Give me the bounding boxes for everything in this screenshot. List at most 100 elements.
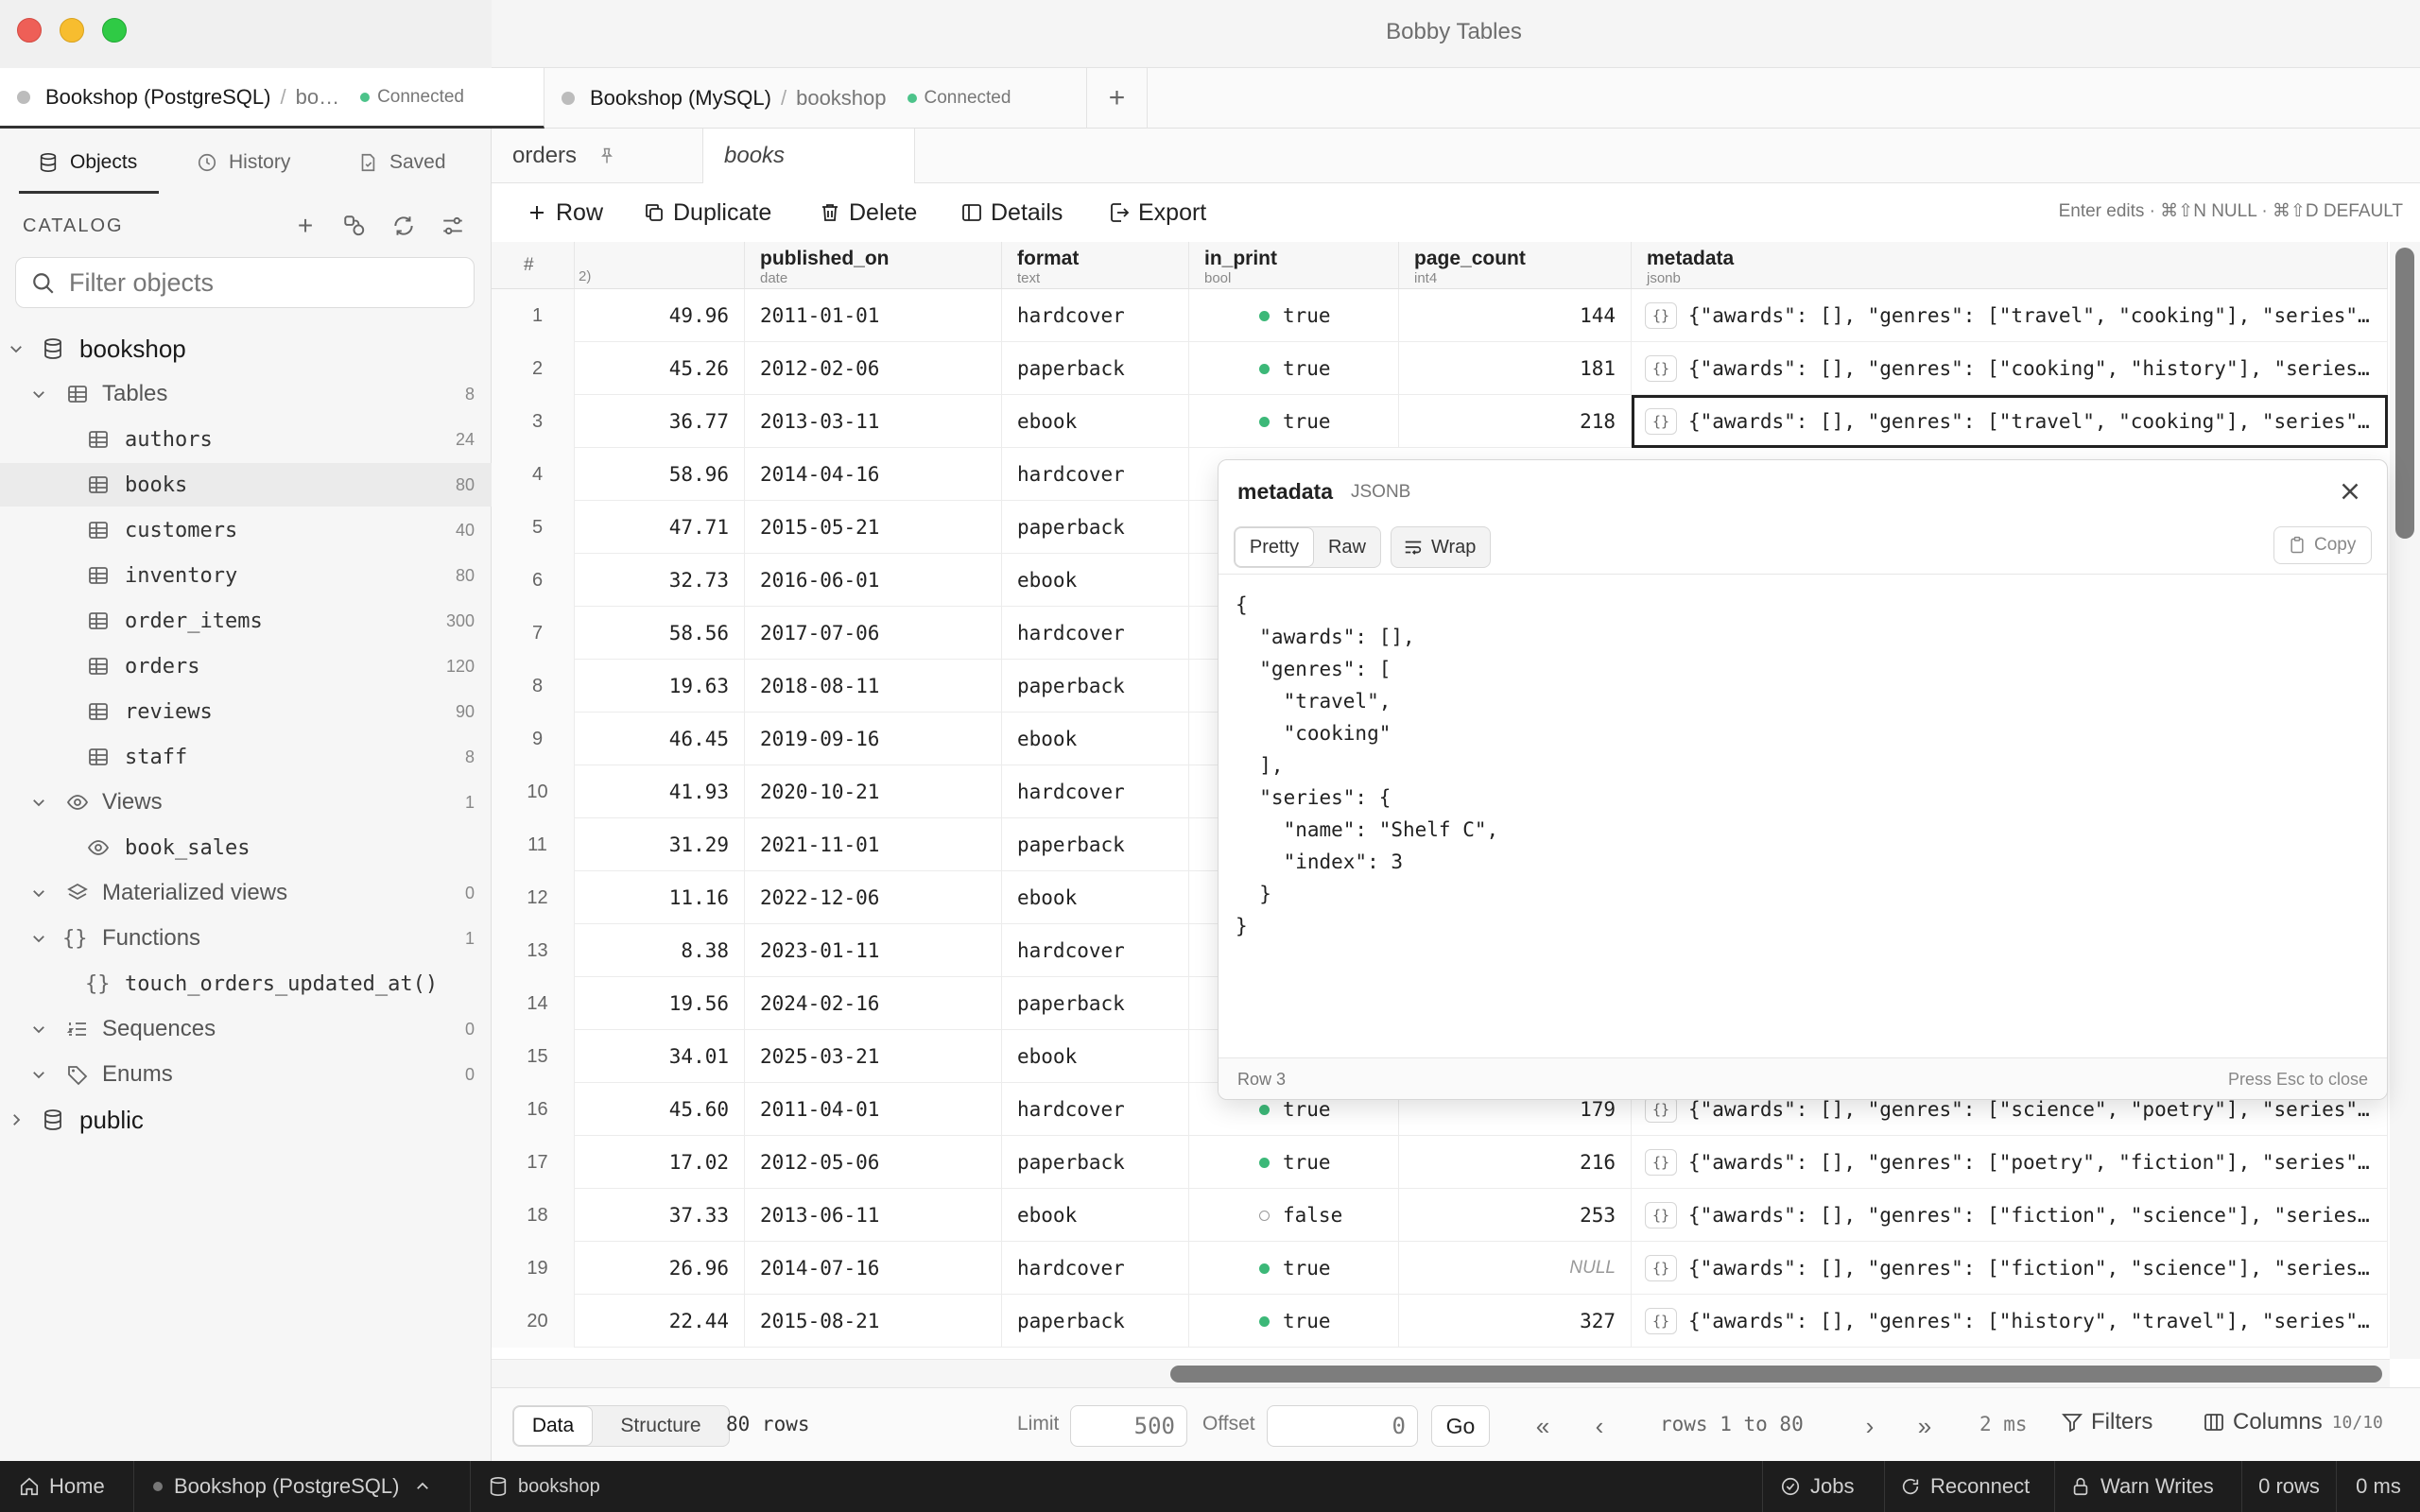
offset-input[interactable] (1267, 1405, 1418, 1447)
tree-table-authors[interactable]: authors 24 (0, 418, 492, 461)
new-connection-tab-button[interactable]: + (1087, 68, 1148, 129)
tab-orders[interactable]: orders (492, 129, 703, 183)
cell-format[interactable]: ebook (1002, 1030, 1189, 1083)
tree-table-order-items[interactable]: order_items 300 (0, 599, 492, 643)
cell-published-on[interactable]: 2011-04-01 (745, 1083, 1002, 1136)
cell-price[interactable]: 47.71 (575, 501, 745, 554)
json-content[interactable]: { "awards": [], "genres": [ "travel", "c… (1236, 589, 2360, 942)
cell-price[interactable]: 8.38 (575, 924, 745, 977)
json-expand-icon[interactable]: {} (1645, 1149, 1677, 1176)
cell-in-print[interactable]: false (1189, 1189, 1399, 1242)
cell-published-on[interactable]: 2024-02-16 (745, 977, 1002, 1030)
sidebar-tab-saved[interactable]: Saved (357, 144, 446, 181)
cell-price[interactable]: 26.96 (575, 1242, 745, 1295)
tree-table-customers[interactable]: customers 40 (0, 508, 492, 552)
database-switcher[interactable]: bookshop (471, 1461, 698, 1512)
vertical-scrollbar[interactable] (2390, 242, 2420, 1359)
jobs-button[interactable]: Jobs (1762, 1461, 1885, 1512)
data-view-button[interactable]: Data (513, 1406, 593, 1446)
cell-in-print[interactable]: true (1189, 1295, 1399, 1348)
cell-format[interactable]: hardcover (1002, 448, 1189, 501)
cell-format[interactable]: hardcover (1002, 607, 1189, 660)
delete-row-button[interactable]: Delete (819, 196, 917, 230)
cell-published-on[interactable]: 2012-05-06 (745, 1136, 1002, 1189)
cell-page-count[interactable]: NULL (1399, 1242, 1632, 1295)
cell-published-on[interactable]: 2022-12-06 (745, 871, 1002, 924)
json-expand-icon[interactable]: {} (1645, 1308, 1677, 1334)
tree-function-touch-orders-updated-at[interactable]: {} touch_orders_updated_at() (0, 962, 492, 1005)
cell-format[interactable]: hardcover (1002, 1242, 1189, 1295)
cell-metadata[interactable]: {} {"awards": [], "genres": ["cooking", "… (1632, 342, 2388, 395)
cell-price[interactable]: 46.45 (575, 713, 745, 765)
cell-in-print[interactable]: true (1189, 342, 1399, 395)
cell-price[interactable]: 22.44 (575, 1295, 745, 1348)
cell-published-on[interactable]: 2019-09-16 (745, 713, 1002, 765)
close-window-button[interactable] (17, 18, 42, 43)
warn-writes-toggle[interactable]: Warn Writes (2055, 1461, 2242, 1512)
cell-published-on[interactable]: 2013-06-11 (745, 1189, 1002, 1242)
columns-button[interactable]: Columns 10/10 (2203, 1409, 2383, 1435)
next-page-button[interactable]: › (1855, 1411, 1885, 1441)
cell-price[interactable]: 58.56 (575, 607, 745, 660)
cell-published-on[interactable]: 2014-07-16 (745, 1242, 1002, 1295)
column-header-published-on[interactable]: published_on date (745, 242, 1002, 289)
cell-in-print[interactable]: true (1189, 289, 1399, 342)
tree-group-sequences[interactable]: Sequences 0 (0, 1007, 492, 1051)
tree-group-materialized-views[interactable]: Materialized views 0 (0, 871, 492, 915)
minimize-window-button[interactable] (60, 18, 84, 43)
tree-table-orders[interactable]: orders 120 (0, 644, 492, 688)
cell-price[interactable]: 17.02 (575, 1136, 745, 1189)
cell-published-on[interactable]: 2015-05-21 (745, 501, 1002, 554)
cell-page-count[interactable]: 327 (1399, 1295, 1632, 1348)
tree-database-public[interactable]: public (0, 1098, 492, 1142)
cell-published-on[interactable]: 2020-10-21 (745, 765, 1002, 818)
cell-page-count[interactable]: 181 (1399, 342, 1632, 395)
column-header-in-print[interactable]: in_print bool (1189, 242, 1399, 289)
connection-switcher[interactable]: Bookshop (PostgreSQL) (134, 1461, 471, 1512)
horizontal-scroll-thumb[interactable] (1170, 1366, 2382, 1383)
cell-format[interactable]: paperback (1002, 501, 1189, 554)
json-expand-icon[interactable]: {} (1645, 355, 1677, 382)
duplicate-row-button[interactable]: Duplicate (643, 196, 771, 230)
home-button[interactable]: Home (0, 1461, 134, 1512)
cell-published-on[interactable]: 2014-04-16 (745, 448, 1002, 501)
close-icon[interactable] (2336, 477, 2364, 506)
cell-price[interactable]: 31.29 (575, 818, 745, 871)
table-row[interactable]: 20 22.44 2015-08-21 paperback true 327 {} {"awa… (492, 1295, 2388, 1348)
cell-price[interactable]: 58.96 (575, 448, 745, 501)
pretty-mode-button[interactable]: Pretty (1235, 527, 1314, 567)
filter-objects-input[interactable] (69, 266, 457, 300)
cell-published-on[interactable]: 2025-03-21 (745, 1030, 1002, 1083)
tree-database-bookshop[interactable]: bookshop (0, 327, 492, 370)
json-expand-icon[interactable]: {} (1645, 408, 1677, 435)
schema-diagram-button[interactable] (338, 210, 371, 242)
cell-metadata[interactable]: {} {"awards": [], "genres": ["travel", "c… (1632, 289, 2388, 342)
cell-price[interactable]: 19.63 (575, 660, 745, 713)
export-button[interactable]: Export (1108, 196, 1206, 230)
cell-format[interactable]: paperback (1002, 660, 1189, 713)
cell-format[interactable]: paperback (1002, 1136, 1189, 1189)
tab-books[interactable]: books (703, 129, 915, 183)
tree-group-views[interactable]: Views 1 (0, 781, 492, 824)
cell-format[interactable]: paperback (1002, 342, 1189, 395)
raw-mode-button[interactable]: Raw (1314, 527, 1380, 567)
catalog-settings-button[interactable] (437, 210, 469, 242)
first-page-button[interactable]: « (1528, 1411, 1558, 1441)
cell-format[interactable]: hardcover (1002, 924, 1189, 977)
cell-price[interactable]: 36.77 (575, 395, 745, 448)
json-expand-icon[interactable]: {} (1645, 1255, 1677, 1281)
cell-format[interactable]: ebook (1002, 1189, 1189, 1242)
tree-table-staff[interactable]: staff 8 (0, 735, 492, 779)
tree-group-enums[interactable]: Enums 0 (0, 1053, 492, 1096)
column-header-format[interactable]: format text (1002, 242, 1189, 289)
zoom-window-button[interactable] (102, 18, 127, 43)
cell-format[interactable]: ebook (1002, 871, 1189, 924)
cell-format[interactable]: ebook (1002, 395, 1189, 448)
table-row[interactable]: 3 36.77 2013-03-11 ebook true 218 {} {"awards":… (492, 395, 2388, 448)
cell-published-on[interactable]: 2021-11-01 (745, 818, 1002, 871)
cell-format[interactable]: paperback (1002, 1295, 1189, 1348)
tree-group-tables[interactable]: Tables 8 (0, 372, 492, 416)
json-expand-icon[interactable]: {} (1645, 1202, 1677, 1228)
cell-metadata[interactable]: {} {"awards": [], "genres": ["poetry", "f… (1632, 1136, 2388, 1189)
cell-published-on[interactable]: 2015-08-21 (745, 1295, 1002, 1348)
